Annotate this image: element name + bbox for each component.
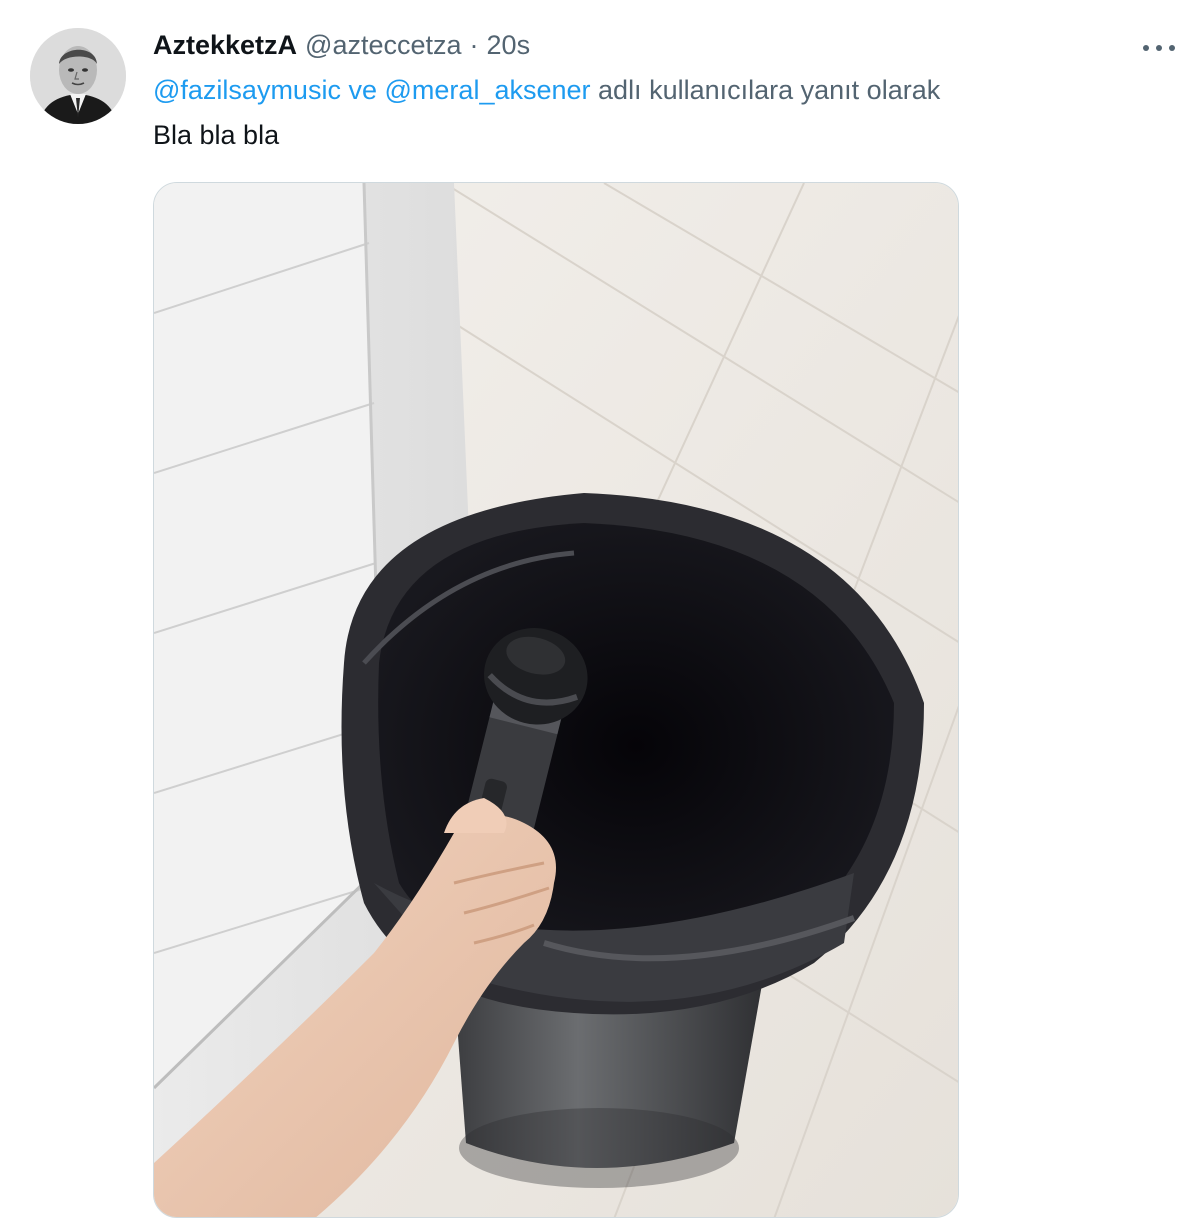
reply-suffix: adlı kullanıcılara yanıt olarak bbox=[598, 75, 941, 105]
avatar-portrait-icon bbox=[30, 28, 126, 124]
tweet-media-image[interactable] bbox=[153, 182, 959, 1218]
more-dot bbox=[1169, 45, 1175, 51]
more-horizontal-icon bbox=[1143, 45, 1149, 51]
avatar[interactable] bbox=[30, 28, 126, 124]
tweet-card[interactable]: AztekketzA @azteccetza · 20s @fazilsaymu… bbox=[0, 0, 1200, 1222]
more-options-button[interactable] bbox=[1140, 36, 1178, 60]
timestamp[interactable]: 20s bbox=[487, 30, 531, 61]
user-handle[interactable]: @azteccetza bbox=[305, 30, 461, 61]
tweet-text: Bla bla bla bbox=[153, 120, 280, 150]
mention-link-1[interactable]: @fazilsaymusic bbox=[153, 75, 341, 105]
photo-trash-can-microphone bbox=[154, 183, 958, 1217]
tweet-header: AztekketzA @azteccetza · 20s bbox=[153, 30, 530, 64]
reply-context: @fazilsaymusic ve @meral_aksener adlı ku… bbox=[153, 75, 940, 106]
mention-link-2[interactable]: @meral_aksener bbox=[385, 75, 591, 105]
reply-conjunction[interactable]: ve bbox=[348, 75, 377, 105]
separator-dot: · bbox=[469, 30, 479, 60]
more-dot bbox=[1156, 45, 1162, 51]
display-name[interactable]: AztekketzA bbox=[153, 30, 297, 61]
